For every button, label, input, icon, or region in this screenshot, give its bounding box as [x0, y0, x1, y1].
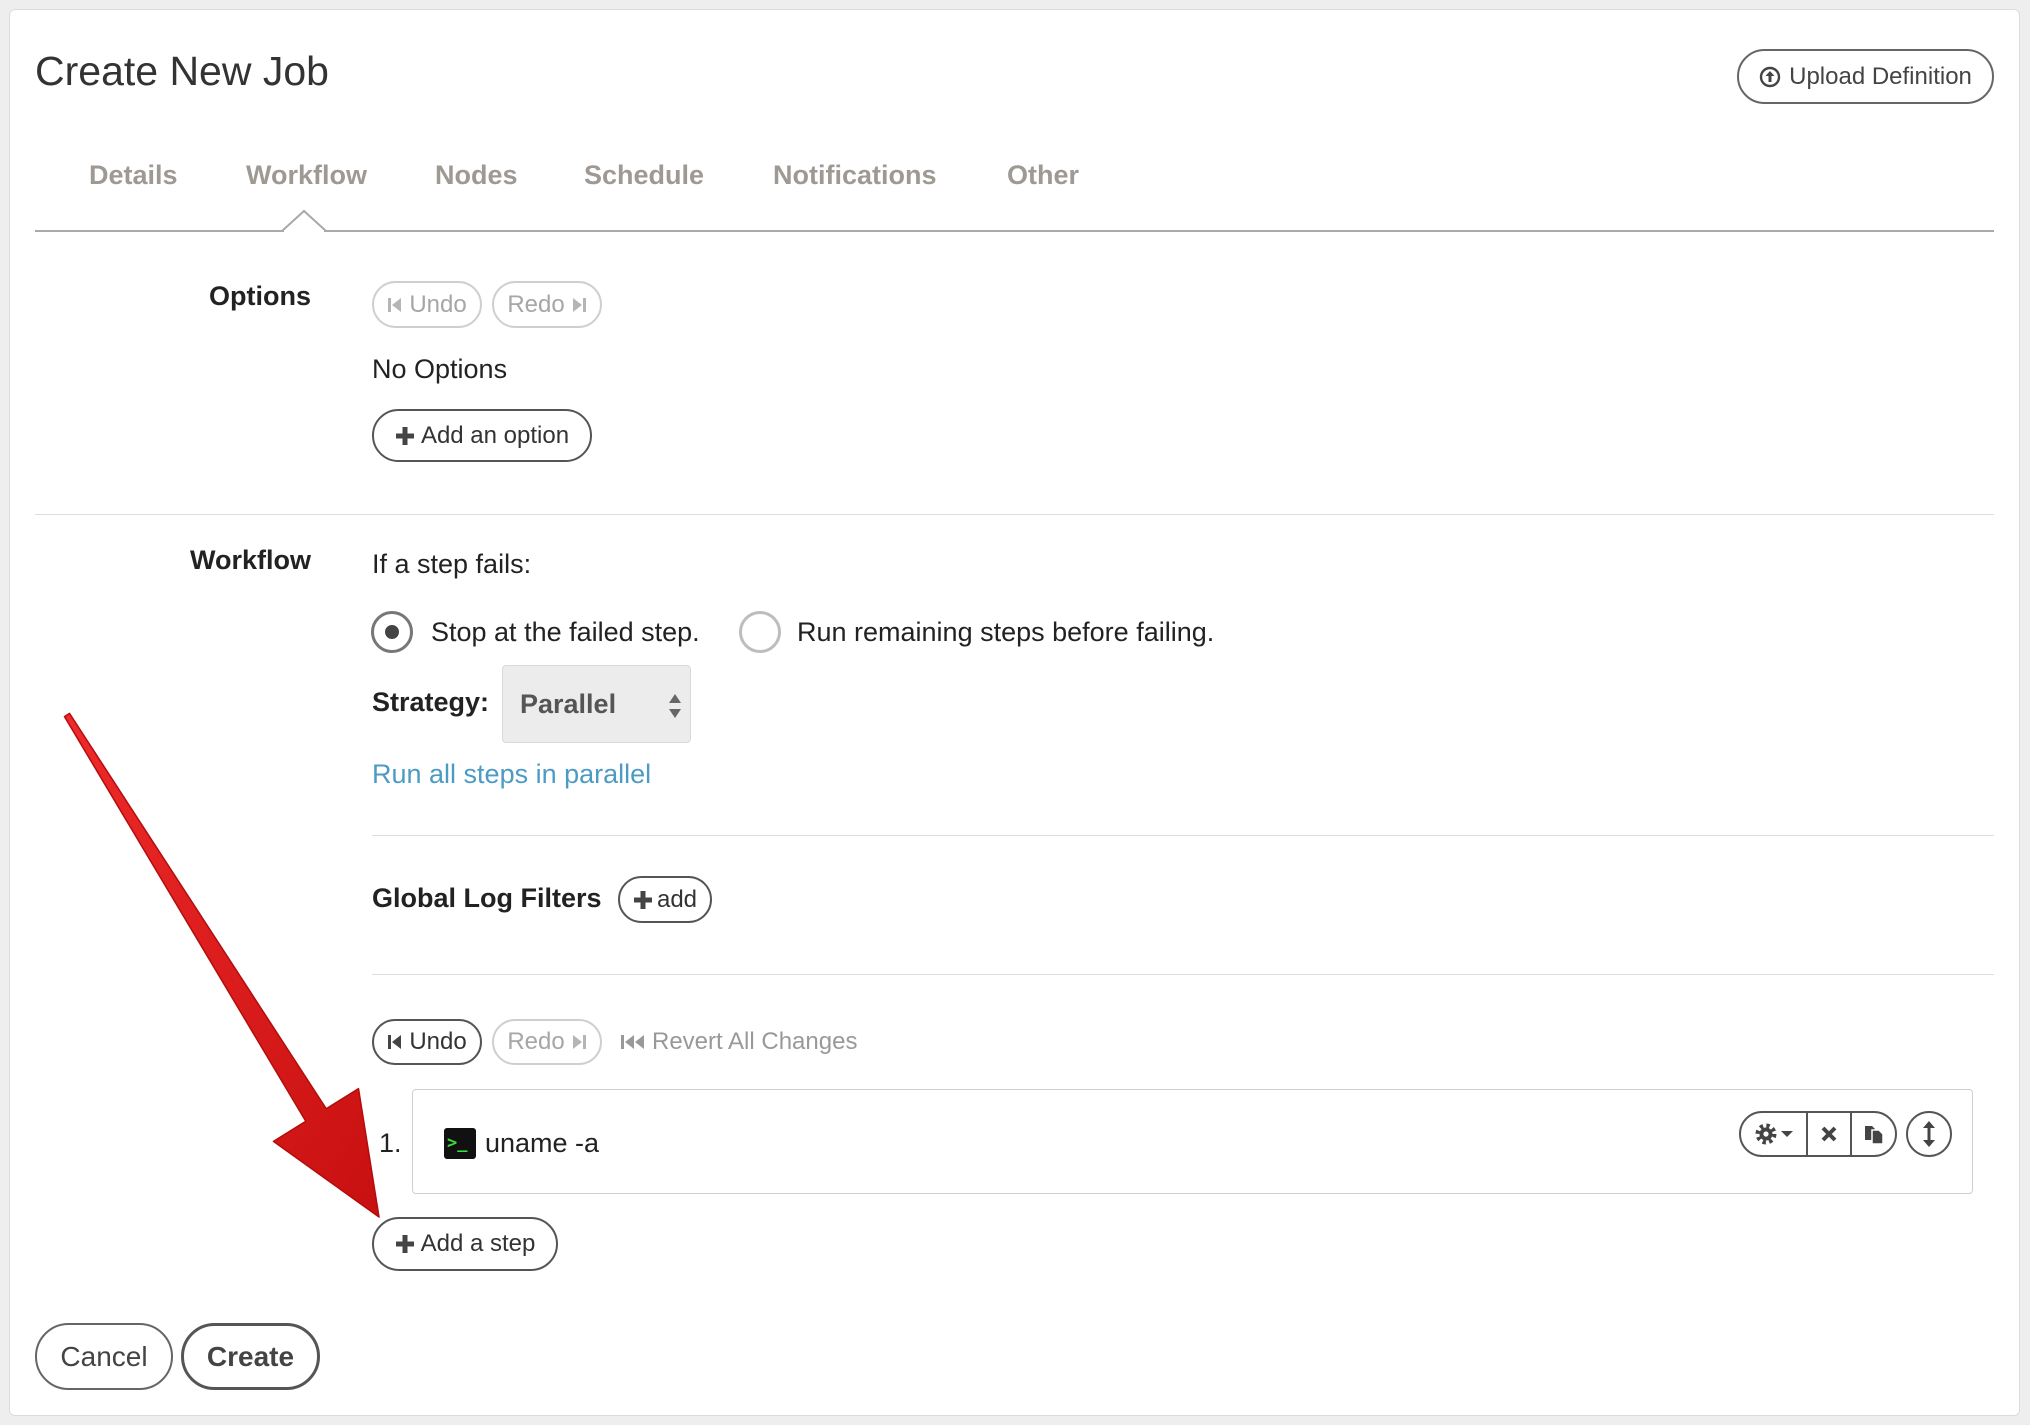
- revert-all-changes-button[interactable]: Revert All Changes: [620, 1025, 857, 1059]
- tab-schedule[interactable]: Schedule: [584, 157, 704, 193]
- options-undo-label: Undo: [409, 290, 467, 318]
- duplicate-step-button[interactable]: [1850, 1113, 1895, 1155]
- workflow-undo-label: Undo: [409, 1028, 467, 1055]
- close-icon: [1821, 1126, 1837, 1142]
- tab-nodes[interactable]: Nodes: [435, 157, 518, 193]
- strategy-select-value: Parallel: [520, 689, 617, 719]
- step-forward-icon: [572, 1035, 586, 1049]
- add-step-button[interactable]: Add a step: [372, 1217, 558, 1271]
- step-settings-dropdown-button[interactable]: [1741, 1113, 1806, 1155]
- step-command[interactable]: uname -a: [485, 1126, 599, 1160]
- workflow-section-label: Workflow: [190, 545, 311, 575]
- options-redo-button[interactable]: Redo: [492, 281, 602, 328]
- workflow-redo-button[interactable]: Redo: [492, 1019, 602, 1065]
- section-divider: [35, 514, 1994, 515]
- radio-stop-at-failed-step[interactable]: [371, 611, 413, 653]
- no-options-text: No Options: [372, 354, 508, 384]
- page-title: Create New Job: [35, 48, 329, 94]
- reorder-step-button[interactable]: [1906, 1111, 1952, 1157]
- active-tab-caret: [281, 209, 327, 234]
- add-step-label: Add a step: [420, 1230, 536, 1257]
- step-backward-icon: [388, 1035, 402, 1049]
- add-log-filter-label: add: [656, 885, 698, 913]
- options-undo-button[interactable]: Undo: [372, 281, 482, 328]
- step-forward-icon: [572, 297, 586, 312]
- workflow-divider: [372, 835, 1994, 836]
- global-log-filters-label: Global Log Filters: [372, 883, 602, 913]
- upload-definition-button[interactable]: Upload Definition: [1737, 49, 1994, 104]
- upload-definition-label: Upload Definition: [1789, 62, 1972, 90]
- select-arrows-icon: [669, 694, 681, 718]
- terminal-icon: >_: [444, 1128, 476, 1159]
- tab-workflow[interactable]: Workflow: [246, 157, 367, 193]
- workflow-step[interactable]: [412, 1089, 1973, 1194]
- tab-other[interactable]: Other: [1007, 157, 1079, 193]
- log-filters-divider: [372, 974, 1994, 975]
- radio-run-remaining-steps[interactable]: [739, 611, 781, 653]
- plus-icon: [395, 1235, 414, 1253]
- add-option-label: Add an option: [420, 421, 570, 449]
- revert-all-changes-label: Revert All Changes: [652, 1028, 858, 1055]
- radio-label-stop[interactable]: Stop at the failed step.: [431, 615, 700, 649]
- arrows-vertical-icon: [1923, 1121, 1935, 1147]
- workflow-redo-label: Redo: [507, 1028, 565, 1055]
- upload-circle-icon: [1759, 66, 1781, 87]
- caret-down-icon: [1781, 1131, 1794, 1137]
- strategy-description-link[interactable]: Run all steps in parallel: [372, 757, 651, 791]
- copy-icon: [1864, 1126, 1884, 1145]
- radio-label-run-remaining[interactable]: Run remaining steps before failing.: [797, 615, 1214, 649]
- create-button[interactable]: Create: [181, 1323, 320, 1390]
- options-section-label: Options: [209, 281, 311, 311]
- add-log-filter-button[interactable]: add: [618, 876, 712, 923]
- add-option-button[interactable]: Add an option: [372, 409, 592, 462]
- delete-step-button[interactable]: [1806, 1113, 1850, 1155]
- tab-details[interactable]: Details: [89, 157, 178, 193]
- radio-selected-dot: [385, 625, 399, 639]
- gear-icon: [1755, 1123, 1777, 1145]
- strategy-label: Strategy:: [372, 687, 490, 717]
- step-actions-group: [1739, 1111, 1897, 1157]
- step-backward-icon: [388, 297, 402, 312]
- cancel-button[interactable]: Cancel: [35, 1323, 173, 1390]
- fast-backward-icon: [621, 1035, 644, 1049]
- tab-notifications[interactable]: Notifications: [773, 157, 937, 193]
- strategy-select[interactable]: Parallel: [502, 665, 691, 743]
- plus-icon: [633, 890, 652, 909]
- plus-icon: [395, 426, 414, 445]
- fail-prompt-text: If a step fails:: [372, 549, 532, 579]
- step-number: 1.: [379, 1128, 402, 1158]
- workflow-undo-button[interactable]: Undo: [372, 1019, 482, 1065]
- options-redo-label: Redo: [507, 290, 565, 318]
